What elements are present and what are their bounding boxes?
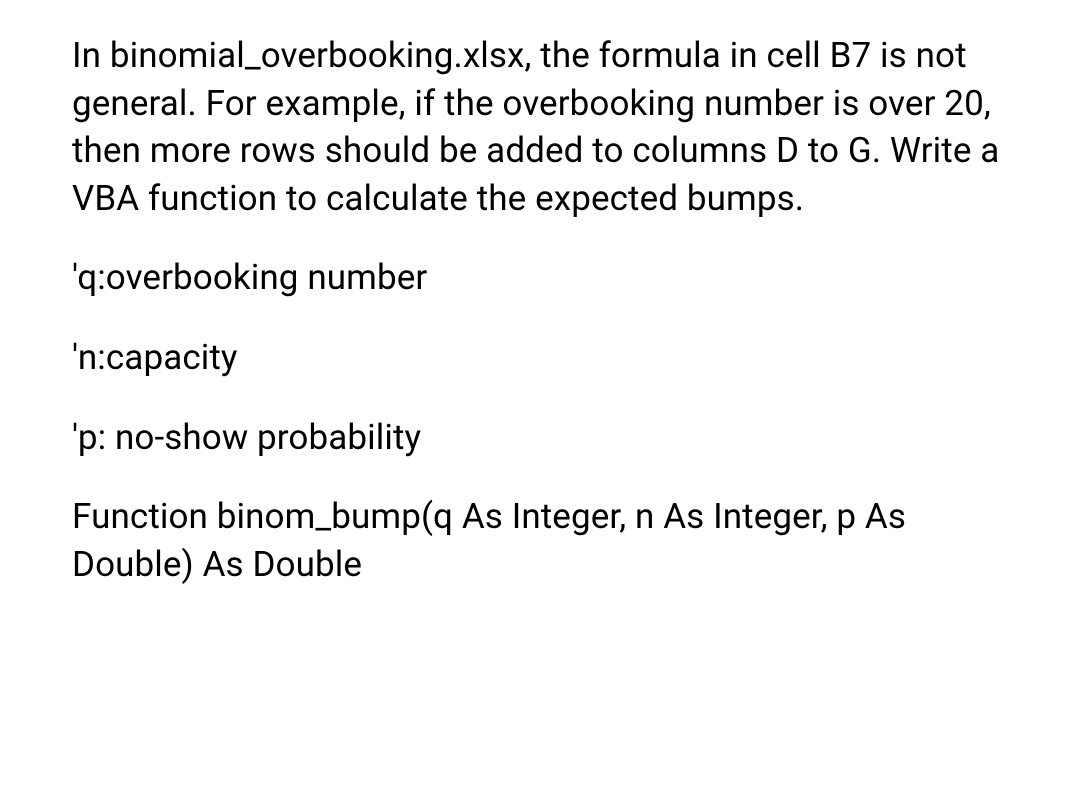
function-signature: Function binom_bump(q As Integer, n As I… xyxy=(72,493,1010,588)
document-content: In binomial_overbooking.xlsx, the formul… xyxy=(72,32,1010,588)
comment-n: 'n:capacity xyxy=(72,334,1010,382)
problem-description: In binomial_overbooking.xlsx, the formul… xyxy=(72,32,1010,222)
comment-p: 'p: no-show probability xyxy=(72,414,1010,462)
comment-q: 'q:overbooking number xyxy=(72,254,1010,302)
